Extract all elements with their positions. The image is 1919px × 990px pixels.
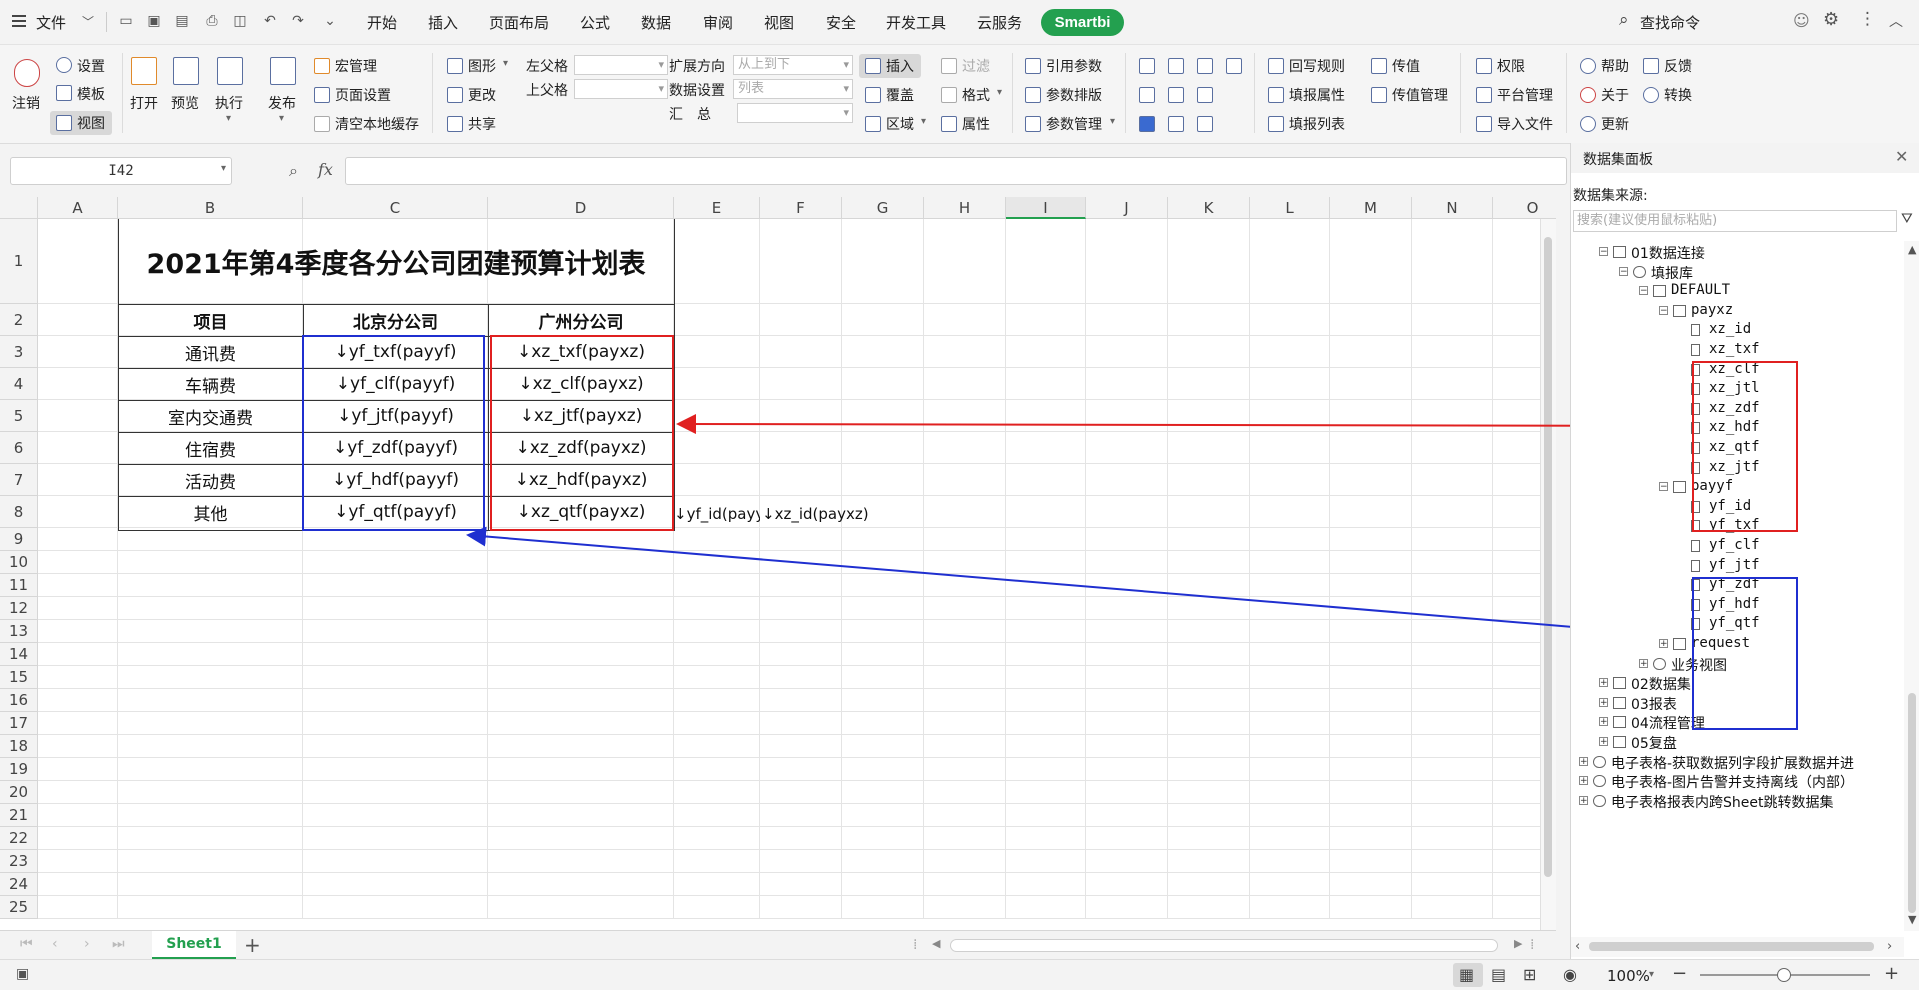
sheet-tab-bar: ⏮ ‹ › ⏭ Sheet1 + ⁞ ◀ ▶ ⁞ [0,930,1556,960]
macro-record-icon[interactable]: ▣ [16,966,29,982]
tree-node-payxz[interactable]: payxz [1691,302,1733,318]
expand-icon[interactable]: + [1639,658,1648,668]
expand-icon[interactable]: + [1579,776,1588,786]
tree-field[interactable]: xz_txf [1709,341,1760,357]
eye-protect-icon[interactable]: ◉ [1563,965,1577,984]
status-bar: ▣ ▦ ▤ ⊞ ◉ 100% ▾ − + [0,959,1919,990]
field-icon [1691,559,1700,572]
panel-title: 数据集面板 [1583,152,1653,168]
table-icon [1673,638,1686,650]
business-view-icon [1593,775,1606,788]
first-sheet-icon[interactable]: ⏮ [20,936,33,952]
database-icon [1633,265,1646,278]
business-view-icon [1593,755,1606,768]
tree-node-report[interactable]: 03报表 [1631,694,1677,714]
folder-icon [1613,736,1626,748]
splitter-handle[interactable]: ⁞ [913,937,917,953]
scroll-left-icon[interactable]: ‹ [1575,939,1580,954]
payxz-fields-highlight-box [1692,361,1798,532]
source-label: 数据集来源: [1573,188,1648,204]
collapse-icon[interactable]: − [1619,266,1628,276]
tree-node-fill-db[interactable]: 填报库 [1651,263,1693,283]
expand-icon[interactable]: + [1579,795,1588,805]
normal-view-icon[interactable]: ▦ [1459,965,1474,984]
panel-hscroll-thumb[interactable] [1589,942,1874,951]
expand-icon[interactable]: + [1599,697,1608,707]
scroll-up-icon[interactable]: ▲ [1908,243,1916,256]
collapse-icon[interactable]: − [1659,482,1668,492]
last-sheet-icon[interactable]: ⏭ [112,936,125,952]
expand-icon[interactable]: + [1659,639,1668,649]
tree-node-review[interactable]: 05复盘 [1631,733,1677,753]
tree-node-spreadsheet-item[interactable]: 电子表格报表内跨Sheet跳转数据集 [1611,792,1833,812]
tree-node-dataset[interactable]: 02数据集 [1631,674,1691,694]
page-break-view-icon[interactable]: ⊞ [1523,965,1536,984]
collapse-icon[interactable]: − [1659,305,1668,315]
payyf-fields-highlight-box [1692,577,1798,730]
filter-icon[interactable]: ⛛ [1901,211,1913,227]
expand-icon[interactable]: + [1599,737,1608,747]
scroll-right-icon[interactable]: › [1887,939,1892,954]
scroll-left-icon[interactable]: ◀ [932,937,940,950]
collapse-icon[interactable]: − [1599,247,1608,257]
zoom-out-icon[interactable]: − [1672,963,1687,984]
prev-sheet-icon[interactable]: ‹ [52,936,58,952]
red-arrow [676,414,1694,435]
field-icon [1691,540,1700,552]
zoom-slider-handle[interactable] [1777,968,1791,982]
schema-icon [1653,285,1666,298]
tree-node-spreadsheet-item[interactable]: 电子表格-获取数据列字段扩展数据并进 [1611,753,1854,773]
splitter-handle[interactable]: ⁞ [1530,937,1534,953]
tree-field[interactable]: yf_clf [1709,537,1760,553]
zoom-level[interactable]: 100% [1607,967,1650,985]
panel-scrollbar-thumb[interactable] [1908,693,1916,913]
dataset-panel: 数据集面板 ✕ 数据集来源: 搜索(建议使用鼠标粘贴) ⛛ −01数据连接 − 填报… [1570,143,1919,959]
folder-icon [1613,677,1626,690]
scroll-down-icon[interactable]: ▼ [1908,913,1916,926]
expand-icon[interactable]: + [1599,678,1608,688]
panel-search-input[interactable]: 搜索(建议使用鼠标粘贴) [1573,210,1897,232]
field-icon [1691,344,1700,356]
scroll-right-icon[interactable]: ▶ [1514,937,1522,950]
sheet-tab[interactable]: Sheet1 [152,931,236,959]
sheet-tab-label: Sheet1 [166,936,222,952]
folder-icon [1613,696,1626,709]
chevron-down-icon[interactable]: ▾ [1649,969,1654,980]
business-view-icon [1593,794,1606,807]
table-icon [1673,481,1686,494]
field-icon [1691,324,1700,337]
horizontal-scrollbar-thumb[interactable] [950,939,1498,952]
tree-node-spreadsheet-item[interactable]: 电子表格-图片告警并支持离线（内部） [1611,772,1854,792]
expand-icon[interactable]: + [1579,756,1588,766]
collapse-icon[interactable]: − [1639,286,1648,296]
zoom-in-icon[interactable]: + [1884,963,1899,984]
tree-field[interactable]: yf_jtf [1709,557,1760,573]
page-layout-view-icon[interactable]: ▤ [1491,965,1506,984]
folder-icon [1613,246,1626,258]
business-view-icon [1653,657,1666,670]
blue-arrow [466,526,1694,638]
table-icon [1673,304,1686,317]
tree-field[interactable]: xz_id [1709,321,1751,337]
folder-icon [1613,716,1626,729]
expand-icon[interactable]: + [1599,717,1608,727]
add-sheet-icon[interactable]: + [244,933,261,957]
tree-node-data-connection[interactable]: 01数据连接 [1631,243,1705,263]
tree-node-default[interactable]: DEFAULT [1671,282,1730,298]
close-icon[interactable]: ✕ [1895,147,1908,166]
next-sheet-icon[interactable]: › [84,936,90,952]
